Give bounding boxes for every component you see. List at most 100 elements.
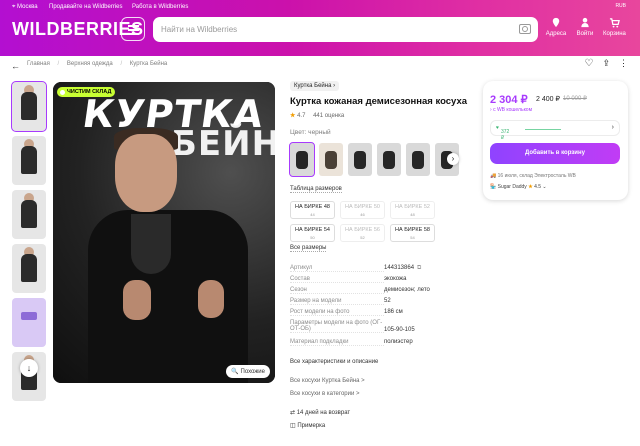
search-field[interactable]: Найти на Wildberries — [153, 17, 538, 42]
model-shirt — [131, 214, 171, 274]
regular-price: 2 400 ₽ — [536, 96, 560, 103]
top-header: ⌖ Москва Продавайте на Wildberries Работ… — [0, 0, 640, 56]
seller-link[interactable]: Продавайте на Wildberries — [49, 4, 123, 10]
installment-offer[interactable]: ♥ 372 ₽ › — [490, 120, 620, 141]
color-swatch[interactable] — [289, 142, 315, 177]
thumbnail-image[interactable] — [12, 136, 46, 185]
spec-row: Сезон демисезон; лето — [290, 287, 430, 294]
breadcrumb-home[interactable]: Главная — [27, 61, 50, 67]
share-icon[interactable]: ⇪ — [602, 58, 610, 69]
fitting-icon: ◫ — [290, 423, 296, 429]
size-option[interactable]: НА БИРКЕ 52 48 — [390, 201, 435, 219]
breadcrumb: Главная / Верхняя одежда / Куртка Бейна — [27, 61, 173, 73]
scroll-down-icon[interactable]: ↓ — [20, 359, 38, 377]
brand-link[interactable]: Куртка Бейна › — [290, 81, 340, 91]
size-option[interactable]: НА БИРКЕ 48 44 — [290, 201, 335, 219]
top-utility-bar: ⌖ Москва Продавайте на Wildberries Работ… — [0, 0, 640, 13]
return-policy: ⇄ 14 дней на возврат ◫ Примерка — [290, 410, 351, 429]
size-option[interactable]: НА БИРКЕ 56 52 — [340, 224, 385, 242]
current-price: 2 304 ₽ — [490, 94, 528, 106]
brand-category-link[interactable]: Все косухи Куртка Бейна > — [290, 378, 365, 391]
color-swatch[interactable] — [406, 143, 430, 176]
return-icon: ⇄ — [290, 410, 296, 416]
spec-row: Состав экокожа — [290, 276, 407, 283]
all-sizes-link[interactable]: Все размеры — [290, 245, 327, 252]
photo-headline-2: БЕЙНА — [171, 124, 275, 164]
seller-info[interactable]: 🏪 Sugar Daddy ★ 4.5 ⌄ — [490, 184, 547, 190]
color-swatch[interactable] — [377, 143, 401, 176]
add-to-cart-button[interactable]: Добавить в корзину — [490, 143, 620, 164]
breadcrumb-separator: / — [57, 61, 60, 67]
spec-row: Размер на модели 52 — [290, 298, 391, 305]
related-links: Все косухи Куртка Бейна > Все косухи в к… — [290, 378, 365, 404]
size-table-link[interactable]: Таблица размеров — [290, 186, 342, 193]
model-face — [115, 134, 177, 212]
promo-badge: ЧИСТИМ СКЛАД — [57, 87, 116, 97]
star-icon: ★ — [290, 113, 296, 119]
menu-line-icon — [128, 29, 139, 31]
thumbnail-jacket — [21, 146, 37, 174]
product-actions: ♡ ⇪ ⋮ — [584, 58, 628, 69]
spec-row: Рост модели на фото 186 см — [290, 309, 403, 316]
swatch-jacket — [383, 151, 395, 169]
menu-button[interactable] — [121, 17, 145, 41]
thumbnail-image[interactable] — [12, 244, 46, 293]
thumbnail-gallery — [11, 81, 47, 406]
spec-row: Артикул 144313864 ⧉ — [290, 265, 422, 272]
more-icon[interactable]: ⋮ — [619, 58, 628, 69]
size-option[interactable]: НА БИРКЕ 54 50 — [290, 224, 335, 242]
color-swatch[interactable] — [319, 143, 343, 176]
all-specs-link[interactable]: Все характеристики и описание — [290, 359, 378, 365]
wallet-note[interactable]: › с WB кошельком — [490, 107, 532, 113]
next-arrow-icon[interactable]: › — [447, 153, 459, 165]
thumbnail-image[interactable] — [12, 190, 46, 239]
menu-line-icon — [128, 33, 139, 35]
copy-icon[interactable]: ⧉ — [417, 265, 421, 272]
color-label: Цвет: черный — [290, 129, 331, 136]
installment-graph — [525, 129, 561, 130]
thumbnail-jacket — [21, 254, 37, 282]
specifications-list: Артикул 144313864 ⧉ Состав экокожа Сезон де… — [290, 265, 450, 350]
login-button[interactable]: Войти — [574, 17, 596, 37]
favorite-icon[interactable]: ♡ — [584, 58, 593, 69]
similar-button[interactable]: 🔍 Похожие — [226, 365, 270, 378]
size-option[interactable]: НА БИРКЕ 58 54 — [390, 224, 435, 242]
color-swatches — [289, 142, 459, 177]
currency-selector[interactable]: RUB — [615, 3, 626, 9]
color-swatch[interactable] — [348, 143, 372, 176]
size-options: НА БИРКЕ 48 44 НА БИРКЕ 50 46 НА БИРКЕ 52 4… — [290, 201, 435, 242]
thumbnail-jacket — [21, 200, 37, 228]
seller-star-icon: ★ — [528, 184, 533, 190]
rating[interactable]: ★ 4.7 441 оценка — [290, 112, 344, 119]
thumbnail-image[interactable] — [11, 81, 47, 132]
user-icon — [581, 17, 589, 28]
model-hand — [123, 280, 151, 320]
breadcrumb-product[interactable]: Куртка Бейна — [130, 61, 167, 67]
delivery-info: 🚚 16 июля, склад Электросталь WB — [490, 173, 576, 179]
product-title: Куртка кожаная демисезонная косуха — [290, 96, 468, 107]
location-icon — [552, 17, 560, 28]
addresses-button[interactable]: Адреса — [545, 17, 567, 37]
jobs-link[interactable]: Работа в Wildberries — [132, 4, 188, 10]
menu-line-icon — [128, 25, 139, 27]
main-product-photo[interactable]: КУРТКА БЕЙНА ЧИСТИМ СКЛАД 🔍 Похожие — [53, 82, 275, 383]
spec-row: Материал подкладки полиэстер — [290, 339, 413, 346]
cart-button[interactable]: Корзина — [603, 17, 626, 37]
back-arrow-icon[interactable]: ← — [11, 61, 20, 71]
size-option[interactable]: НА БИРКЕ 50 46 — [340, 201, 385, 219]
promo-dot-icon — [60, 90, 65, 95]
price-card: 2 304 ₽ 2 400 ₽ 10 000 ₽ › с WB кошелько… — [483, 81, 628, 200]
model-hand — [198, 280, 224, 318]
spec-row: Параметры модели на фото (ОГ-ОТ-ОБ) 105-9… — [290, 320, 415, 333]
swatch-jacket — [354, 151, 366, 169]
camera-icon[interactable] — [519, 24, 531, 34]
breadcrumb-category[interactable]: Верхняя одежда — [67, 61, 113, 67]
swatch-jacket — [412, 151, 424, 169]
location-link[interactable]: ⌖ Москва — [12, 4, 38, 11]
old-price: 10 000 ₽ — [563, 96, 587, 102]
thumbnail-image[interactable] — [12, 298, 46, 347]
swatch-jacket — [325, 151, 337, 169]
category-link[interactable]: Все косухи в категории > — [290, 391, 365, 404]
swatch-jacket — [296, 151, 308, 169]
thumbnail-chart — [21, 312, 37, 320]
